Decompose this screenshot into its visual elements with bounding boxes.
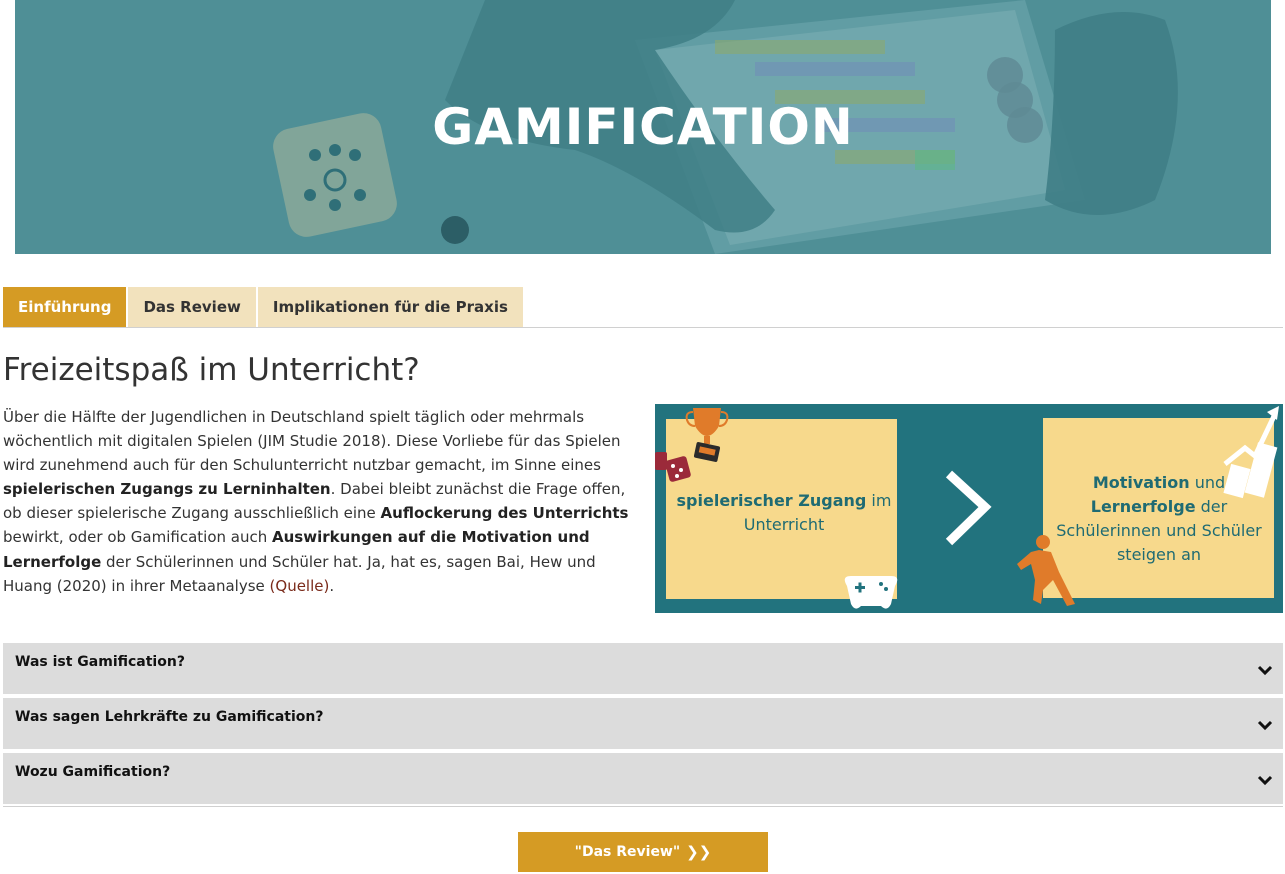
chevron-down-icon <box>1257 665 1273 676</box>
intro-paragraph: Über die Hälfte der Jugendlichen in Deut… <box>3 405 633 598</box>
accordion-label: Was ist Gamification? <box>15 654 185 670</box>
dice-icon <box>655 452 691 482</box>
gamepad-icon <box>844 576 898 609</box>
page-title: GAMIFICATION <box>432 98 854 156</box>
intro-text-3: bewirkt, oder ob Gamification auch <box>3 528 272 547</box>
accordion-item-was-ist-gamification[interactable]: Was ist Gamification? <box>3 643 1283 696</box>
next-review-label: "Das Review" <box>574 844 681 860</box>
chevron-down-icon <box>1257 775 1273 786</box>
double-chevron-right-icon: ❯❯ <box>686 843 712 861</box>
accordion-item-wozu-gamification[interactable]: Wozu Gamification? <box>3 753 1283 806</box>
accordion-label: Was sagen Lehrkräfte zu Gamification? <box>15 709 324 725</box>
tab-das-review[interactable]: Das Review <box>128 287 256 327</box>
section-divider <box>3 806 1283 807</box>
intro-bold-1: spielerischen Zugangs zu Lerninhalten <box>3 480 331 499</box>
infographic-right-bold-1: Motivation <box>1092 473 1190 492</box>
hero-banner: GAMIFICATION <box>15 0 1271 254</box>
infographic-left-bold: spielerischer Zugang <box>676 491 867 510</box>
infographic: spielerischer Zugang im Unterricht Motiv… <box>655 404 1283 613</box>
arrow-right-icon <box>945 470 992 546</box>
tab-bar: Einführung Das Review Implikationen für … <box>3 287 525 327</box>
tab-implikationen[interactable]: Implikationen für die Praxis <box>257 287 523 327</box>
tab-einfuehrung[interactable]: Einführung <box>3 287 127 327</box>
intro-text-1: Über die Hälfte der Jugendlichen in Deut… <box>3 408 621 475</box>
infographic-right-bold-2: Lernerfolge <box>1090 497 1196 516</box>
next-review-button[interactable]: "Das Review" ❯❯ <box>518 832 768 872</box>
infographic-left-text: spielerischer Zugang im Unterricht <box>669 489 899 537</box>
accordion-item-lehrkraefte[interactable]: Was sagen Lehrkräfte zu Gamification? <box>3 698 1283 751</box>
section-heading: Freizeitspaß im Unterricht? <box>3 352 420 388</box>
intro-bold-2: Auflockerung des Unterrichts <box>380 504 629 523</box>
source-link[interactable]: (Quelle) <box>270 577 330 595</box>
intro-text-5: . <box>329 576 335 595</box>
accordion-label: Wozu Gamification? <box>15 764 171 780</box>
infographic-right-text: Motivation und Lernerfolge der Schülerin… <box>1049 471 1269 567</box>
trophy-icon <box>685 408 729 462</box>
tab-divider <box>3 327 1283 328</box>
chevron-down-icon <box>1257 720 1273 731</box>
infographic-right-mid: und <box>1189 473 1226 492</box>
